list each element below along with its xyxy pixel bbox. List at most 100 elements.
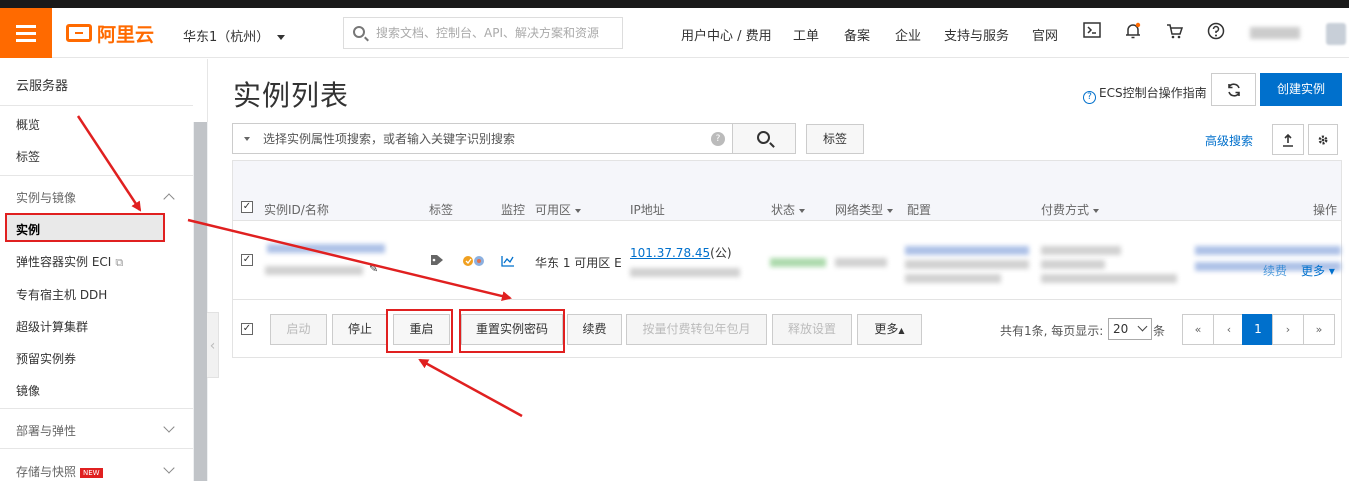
chevron-down-icon bbox=[1137, 321, 1148, 332]
billing-line3-blurred bbox=[1041, 274, 1177, 283]
last-page-button[interactable]: » bbox=[1303, 314, 1335, 345]
select-all-checkbox[interactable]: ✓ bbox=[241, 201, 253, 213]
advanced-search-link[interactable]: 高级搜索 bbox=[1205, 132, 1253, 149]
nav-support[interactable]: 支持与服务 bbox=[944, 25, 1009, 44]
more-actions-link[interactable]: 更多 ▾ bbox=[1301, 262, 1335, 279]
region-selector[interactable]: 华东1（杭州） bbox=[183, 26, 286, 45]
console-guide-link[interactable]: ? ECS控制台操作指南 bbox=[1083, 84, 1207, 104]
ip-type-suffix: (公) bbox=[710, 246, 732, 260]
refresh-button[interactable] bbox=[1211, 73, 1256, 106]
page-1-button[interactable]: 1 bbox=[1242, 314, 1274, 345]
username-blurred[interactable] bbox=[1250, 27, 1300, 39]
region-label: 华东1（杭州） bbox=[183, 30, 270, 45]
chevron-down-icon[interactable] bbox=[163, 421, 175, 433]
sidebar-divider bbox=[0, 408, 193, 409]
col-tags: 标签 bbox=[429, 203, 454, 217]
instance-filter-input[interactable] bbox=[263, 130, 703, 148]
nav-ticket[interactable]: 工单 bbox=[793, 25, 819, 44]
prev-page-button[interactable]: ‹ bbox=[1213, 314, 1245, 345]
sidebar-group-instances[interactable]: 实例与镜像 bbox=[16, 189, 76, 206]
avatar[interactable] bbox=[1326, 23, 1346, 45]
col-billing-label: 付费方式 bbox=[1041, 203, 1090, 217]
sidebar-collapse-toggle[interactable]: ‹ bbox=[207, 312, 219, 378]
config-line3-blurred bbox=[905, 274, 1001, 283]
col-instance-id: 实例ID/名称 bbox=[264, 203, 329, 217]
nav-official-site[interactable]: 官网 bbox=[1032, 25, 1058, 44]
sidebar-item-ddh[interactable]: 专有宿主机 DDH bbox=[16, 286, 107, 303]
actions-blurred[interactable] bbox=[1195, 246, 1341, 255]
arrow-to-restart bbox=[418, 358, 523, 418]
sidebar-item-eci[interactable]: 弹性容器实例 ECI ⧉ bbox=[16, 253, 123, 270]
search-icon bbox=[757, 131, 770, 144]
renew-button[interactable]: 续费 bbox=[567, 314, 622, 345]
more-button[interactable]: 更多▲ bbox=[857, 314, 922, 345]
annotation-box-reset-password bbox=[459, 309, 565, 353]
chevron-up-icon[interactable] bbox=[163, 193, 175, 205]
instance-id-blurred[interactable] bbox=[267, 244, 385, 253]
col-zone[interactable]: 可用区 bbox=[535, 201, 582, 218]
bell-icon[interactable] bbox=[1123, 22, 1143, 42]
row-checkbox[interactable]: ✓ bbox=[241, 254, 253, 266]
next-page-button[interactable]: › bbox=[1272, 314, 1304, 345]
search-button[interactable] bbox=[732, 123, 796, 154]
export-button[interactable] bbox=[1272, 124, 1304, 155]
page-size-select[interactable]: 20 bbox=[1108, 318, 1152, 340]
sidebar-item-scc[interactable]: 超级计算集群 bbox=[16, 318, 88, 335]
terminal-icon[interactable] bbox=[1082, 22, 1102, 42]
edit-icon[interactable]: ✎ bbox=[369, 262, 383, 276]
renew-link[interactable]: 续费 bbox=[1263, 262, 1287, 279]
footer-select-all-checkbox[interactable]: ✓ bbox=[241, 323, 253, 335]
help-icon[interactable]: ? bbox=[711, 132, 725, 146]
search-icon bbox=[353, 26, 365, 38]
col-billing[interactable]: 付费方式 bbox=[1041, 201, 1100, 218]
first-page-button[interactable]: « bbox=[1182, 314, 1214, 345]
caret-down-icon bbox=[575, 208, 582, 213]
start-button[interactable]: 启动 bbox=[270, 314, 327, 345]
chevron-down-icon[interactable] bbox=[163, 462, 175, 474]
sidebar-scrollbar-thumb[interactable] bbox=[194, 122, 207, 481]
config-line1-blurred bbox=[905, 246, 1029, 255]
billing-line2-blurred bbox=[1041, 260, 1105, 269]
caret-down-icon: ▾ bbox=[1328, 264, 1335, 278]
external-link-icon: ⧉ bbox=[115, 256, 124, 269]
caret-down-icon[interactable] bbox=[244, 137, 250, 141]
tag-icon[interactable] bbox=[430, 254, 444, 269]
status-blurred bbox=[770, 258, 826, 267]
cart-icon[interactable] bbox=[1165, 22, 1185, 42]
instance-name-blurred bbox=[265, 266, 363, 275]
sidebar-group-deploy[interactable]: 部署与弹性 bbox=[16, 422, 76, 439]
sidebar-item-instances[interactable]: 实例 bbox=[5, 213, 165, 242]
release-settings-button[interactable]: 释放设置 bbox=[772, 314, 852, 345]
more-actions-label: 更多 bbox=[1301, 264, 1326, 278]
help-icon[interactable] bbox=[1206, 22, 1226, 42]
aliyun-logo[interactable]: 阿里云 bbox=[66, 22, 154, 46]
nav-enterprise[interactable]: 企业 bbox=[895, 25, 921, 44]
global-search-input[interactable] bbox=[376, 24, 616, 42]
hamburger-menu-button[interactable] bbox=[0, 8, 52, 58]
settings-button[interactable] bbox=[1308, 124, 1338, 155]
sidebar-group-storage[interactable]: 存储与快照 NEW bbox=[16, 463, 103, 480]
sidebar-item-tags[interactable]: 标签 bbox=[16, 148, 40, 165]
col-network[interactable]: 网络类型 bbox=[835, 201, 894, 218]
security-icon[interactable] bbox=[463, 255, 485, 270]
tag-filter-button[interactable]: 标签 bbox=[806, 124, 864, 154]
question-icon: ? bbox=[1083, 91, 1096, 104]
nav-filing[interactable]: 备案 bbox=[844, 25, 870, 44]
sidebar-item-images[interactable]: 镜像 bbox=[16, 382, 40, 399]
monitor-chart-icon[interactable] bbox=[501, 255, 515, 270]
stop-button[interactable]: 停止 bbox=[332, 314, 388, 345]
instance-filter[interactable]: ? bbox=[232, 123, 733, 154]
private-ip-blurred bbox=[630, 268, 740, 277]
sidebar-item-overview[interactable]: 概览 bbox=[16, 116, 40, 133]
export-icon bbox=[1283, 133, 1293, 147]
col-status[interactable]: 状态 bbox=[771, 201, 806, 218]
col-actions: 操作 bbox=[1313, 203, 1338, 217]
public-ip-link[interactable]: 101.37.78.45 bbox=[630, 246, 710, 260]
sidebar-divider bbox=[0, 448, 193, 449]
convert-to-subscription-button[interactable]: 按量付费转包年包月 bbox=[626, 314, 767, 345]
sidebar-item-reserved[interactable]: 预留实例券 bbox=[16, 350, 76, 367]
global-search[interactable] bbox=[343, 17, 623, 49]
create-instance-button[interactable]: 创建实例 bbox=[1260, 73, 1342, 106]
nav-user-center[interactable]: 用户中心 / 费用 bbox=[681, 25, 772, 44]
col-zone-label: 可用区 bbox=[535, 203, 572, 217]
